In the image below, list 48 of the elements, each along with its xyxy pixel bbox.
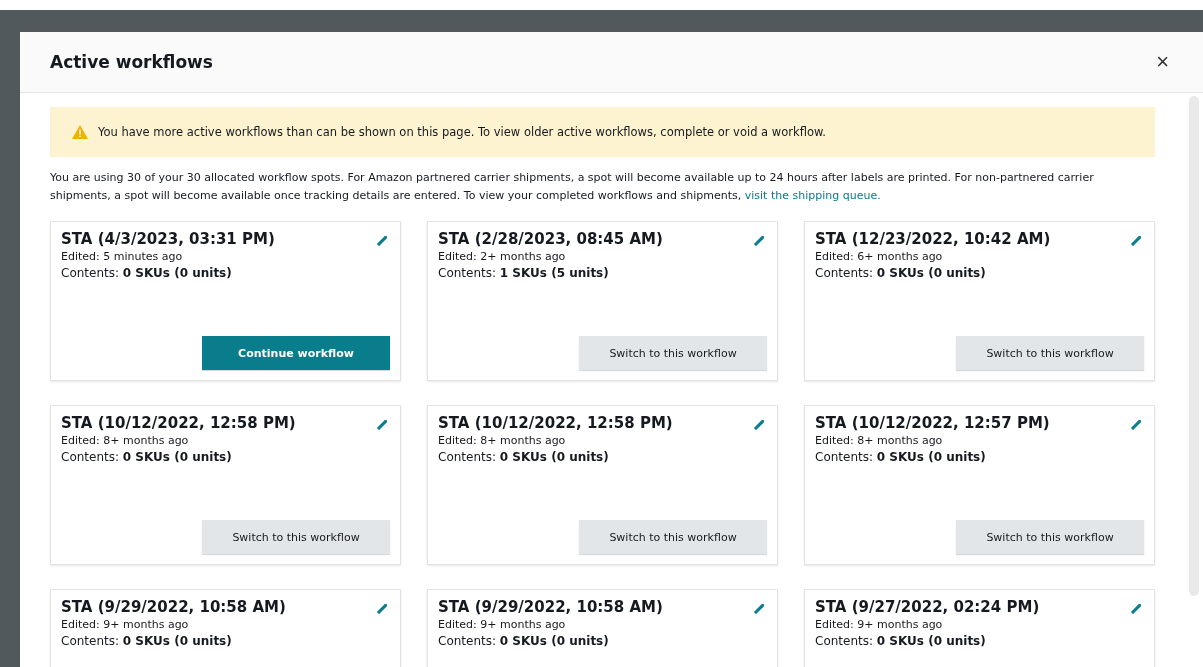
contents-text: Contents: 0 SKUs (0 units) — [438, 449, 610, 466]
continue-button[interactable]: Continue workflow — [202, 336, 390, 370]
pencil-icon[interactable] — [376, 418, 388, 430]
switch-button[interactable]: Switch to this workflow — [956, 336, 1144, 370]
warning-icon — [72, 125, 88, 139]
contents-text: Contents: 1 SKUs (5 units) — [438, 265, 610, 282]
contents-text: Contents: 0 SKUs (0 units) — [61, 449, 233, 466]
pencil-icon[interactable] — [753, 418, 765, 430]
pencil-icon[interactable] — [753, 234, 765, 246]
contents-text: Contents: 0 SKUs (0 units) — [61, 265, 233, 282]
switch-button[interactable]: Switch to this workflow — [579, 336, 767, 370]
pencil-icon[interactable] — [1130, 602, 1142, 614]
shipping-queue-link[interactable]: visit the shipping queue. — [744, 189, 881, 202]
close-button[interactable]: × — [1152, 51, 1173, 73]
workflow-title: STA (10/12/2022, 12:58 PM) — [61, 414, 296, 432]
edited-text: Edited: 8+ months ago — [815, 433, 944, 449]
edited-text: Edited: 9+ months ago — [815, 617, 944, 633]
edited-text: Edited: 8+ months ago — [61, 433, 190, 449]
workflow-title: STA (10/12/2022, 12:58 PM) — [438, 414, 673, 432]
warning-text: You have more active workflows than can be shown on this page. To view older active workflows, complete or void a workflow. — [98, 125, 826, 139]
workflow-title: STA (9/27/2022, 02:24 PM) — [815, 598, 1040, 616]
edited-text: Edited: 5 minutes ago — [61, 249, 184, 265]
switch-button[interactable]: Switch to this workflow — [202, 520, 390, 554]
dialog-title: Active workflows — [50, 52, 213, 72]
edited-text: Edited: 8+ months ago — [438, 433, 567, 449]
contents-text: Contents: 0 SKUs (0 units) — [815, 265, 987, 282]
workflow-title: STA (2/28/2023, 08:45 AM) — [438, 230, 663, 248]
pencil-icon[interactable] — [753, 602, 765, 614]
workflow-title: STA (4/3/2023, 03:31 PM) — [61, 230, 275, 248]
contents-text: Contents: 0 SKUs (0 units) — [815, 449, 987, 466]
edited-text: Edited: 9+ months ago — [438, 617, 567, 633]
switch-button[interactable]: Switch to this workflow — [956, 520, 1144, 554]
contents-text: Contents: 0 SKUs (0 units) — [438, 633, 610, 650]
workflow-title: STA (10/12/2022, 12:57 PM) — [815, 414, 1050, 432]
edited-text: Edited: 2+ months ago — [438, 249, 567, 265]
contents-text: Contents: 0 SKUs (0 units) — [815, 633, 987, 650]
workflow-title: STA (12/23/2022, 10:42 AM) — [815, 230, 1051, 248]
workflow-title: STA (9/29/2022, 10:58 AM) — [61, 598, 286, 616]
pencil-icon[interactable] — [376, 234, 388, 246]
edited-text: Edited: 9+ months ago — [61, 617, 190, 633]
switch-button[interactable]: Switch to this workflow — [579, 520, 767, 554]
pencil-icon[interactable] — [376, 602, 388, 614]
info-text: You are using 30 of your 30 allocated workflow spots. For Amazon partnered carrier shipments, a spot will become available up to 24 hours after labels are printed. For non-partnered carrier shipments, a spot will become available once tracking details are entered. To view your completed workflows and shipments, visit the shipping queue. — [50, 170, 1095, 204]
workflow-title: STA (9/29/2022, 10:58 AM) — [438, 598, 663, 616]
pencil-icon[interactable] — [1130, 418, 1142, 430]
contents-text: Contents: 0 SKUs (0 units) — [61, 633, 233, 650]
pencil-icon[interactable] — [1130, 234, 1142, 246]
edited-text: Edited: 6+ months ago — [815, 249, 944, 265]
